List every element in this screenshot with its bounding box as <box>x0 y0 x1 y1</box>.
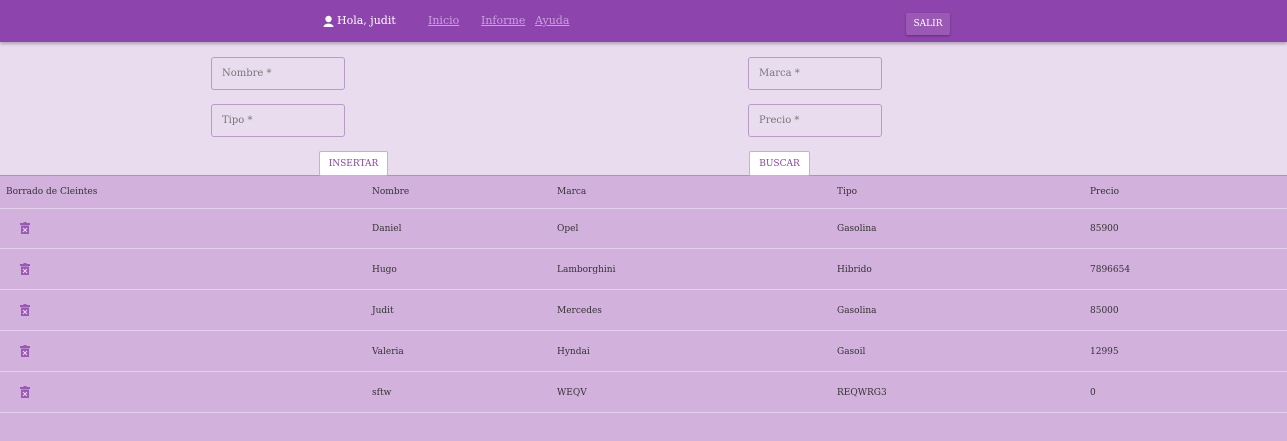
search-button[interactable]: BUSCAR <box>749 151 810 176</box>
cell-marca: Opel <box>557 224 579 234</box>
cell-precio: 0 <box>1090 388 1096 398</box>
vehicle-form: INSERTAR BUSCAR <box>0 42 1287 176</box>
nav-link-informe[interactable]: Informe <box>481 14 525 27</box>
table-row: Daniel Opel Gasolina 85900 <box>0 209 1287 249</box>
column-header-precio: Precio <box>1090 187 1120 197</box>
cell-nombre: Judit <box>372 306 394 316</box>
cell-marca: Lamborghini <box>557 265 616 275</box>
logout-button[interactable]: SALIR <box>906 13 950 35</box>
cell-precio: 85000 <box>1090 306 1119 316</box>
nav-link-ayuda[interactable]: Ayuda <box>535 14 569 27</box>
top-navbar: Hola, judit Inicio Informe Ayuda SALIR <box>0 0 1287 42</box>
cell-precio: 7896654 <box>1090 265 1131 275</box>
trash-icon[interactable] <box>20 304 30 316</box>
cell-precio: 85900 <box>1090 224 1119 234</box>
column-header-nombre: Nombre <box>372 187 410 197</box>
cell-tipo: REQWRG3 <box>837 388 887 398</box>
trash-icon[interactable] <box>20 386 30 398</box>
trash-icon[interactable] <box>20 345 30 357</box>
cell-precio: 12995 <box>1090 347 1119 357</box>
table-header: Borrado de Cleintes Nombre Marca Tipo Pr… <box>0 177 1287 209</box>
column-header-marca: Marca <box>557 187 587 197</box>
column-header-delete: Borrado de Cleintes <box>6 187 98 197</box>
cell-marca: Hyndai <box>557 347 590 357</box>
cell-tipo: Gasolina <box>837 306 877 316</box>
marca-input[interactable] <box>748 57 882 90</box>
trash-icon[interactable] <box>20 263 30 275</box>
trash-icon[interactable] <box>20 222 30 234</box>
column-header-tipo: Tipo <box>837 187 858 197</box>
insert-button[interactable]: INSERTAR <box>319 151 388 176</box>
table-row: Judit Mercedes Gasolina 85000 <box>0 291 1287 331</box>
cell-nombre: Daniel <box>372 224 402 234</box>
table-row: Valeria Hyndai Gasoil 12995 <box>0 332 1287 372</box>
vehicle-table: Borrado de Cleintes Nombre Marca Tipo Pr… <box>0 177 1287 441</box>
cell-marca: Mercedes <box>557 306 602 316</box>
cell-nombre: Hugo <box>372 265 397 275</box>
nav-link-inicio[interactable]: Inicio <box>428 14 459 27</box>
cell-marca: WEQV <box>557 388 587 398</box>
cell-nombre: sftw <box>372 388 392 398</box>
cell-tipo: Gasoil <box>837 347 866 357</box>
tipo-input[interactable] <box>211 104 345 137</box>
precio-input[interactable] <box>748 104 882 137</box>
user-icon <box>323 15 334 27</box>
user-greeting: Hola, judit <box>323 14 396 27</box>
cell-tipo: Hibrido <box>837 265 872 275</box>
cell-tipo: Gasolina <box>837 224 877 234</box>
greeting-text: Hola, judit <box>337 14 396 27</box>
table-row: Hugo Lamborghini Hibrido 7896654 <box>0 250 1287 290</box>
cell-nombre: Valeria <box>372 347 404 357</box>
table-row: sftw WEQV REQWRG3 0 <box>0 373 1287 413</box>
nombre-input[interactable] <box>211 57 345 90</box>
